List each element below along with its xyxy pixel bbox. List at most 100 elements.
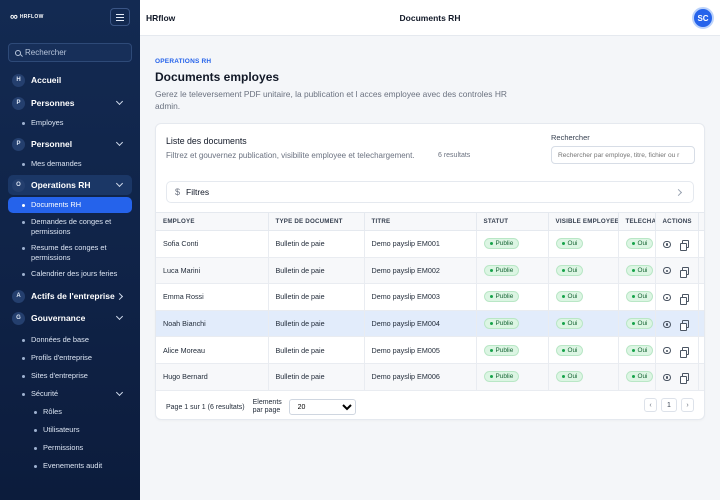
sidebar-search-input[interactable]: Rechercher [8,43,132,62]
table-row[interactable]: Hugo Bernard Bulletin de paie Demo payslip… [156,363,704,391]
sidebar-group-personnel[interactable]: P Personnel [8,134,132,154]
group-badge: P [12,137,25,151]
cell-visible: Oui [548,363,619,391]
cell-titre: Demo payslip EM001 [364,230,477,258]
cell-visible: Oui [548,310,619,338]
documents-search-input[interactable] [551,146,695,164]
eye-icon[interactable] [662,267,671,275]
download-text: Oui [637,293,648,301]
cell-actions [655,257,699,285]
group-badge: G [12,311,25,325]
group-badge: P [12,96,25,110]
result-count: 6 resultats [438,152,471,159]
list-subtitle: Filtrez et gouvernez publication, visibi… [166,151,415,160]
download-badge: Oui [625,318,654,330]
current-page-button[interactable]: 1 [661,398,677,412]
cell-type: Bulletin de paie [268,310,365,338]
sidebar-item-evenements-audit[interactable]: Evenements audit [8,457,132,475]
sidebar-item-mes-demandes[interactable]: Mes demandes [8,156,132,172]
status-dot-icon [489,295,493,299]
cell-employe: Hugo Bernard [156,363,269,391]
column-header-statut[interactable]: STATUT [476,212,549,231]
sidebar-item-label: Calendrier des jours feries [31,269,118,278]
sidebar-item-securite[interactable]: Sécurité [8,385,132,403]
status-badge: Publie [483,371,520,383]
eye-icon[interactable] [662,240,671,248]
column-header-titre[interactable]: TITRE [364,212,477,231]
table-row[interactable]: Sofia Conti Bulletin de paie Demo payslip … [156,230,704,258]
status-dot-icon [631,348,635,352]
table-row[interactable]: Emma Rossi Bulletin de paie Demo payslip E… [156,283,704,311]
cell-employe: Alice Moreau [156,336,269,364]
visible-text: Oui [567,346,578,354]
document-copy-icon[interactable] [679,373,689,385]
column-header-telechargement[interactable]: TELECHAR [618,212,656,231]
sidebar-item-resume-conges[interactable]: Resume des conges et permissions [8,240,132,266]
download-badge: Oui [625,264,654,276]
visible-text: Oui [567,266,578,274]
document-copy-icon[interactable] [679,293,689,305]
previous-page-button[interactable]: ‹ [644,398,657,412]
bullet-icon [22,273,25,276]
table-row[interactable]: Noah Bianchi Bulletin de paie Demo payslip… [156,310,704,338]
sidebar-item-profils[interactable]: Profils d'entreprise [8,349,132,367]
sidebar-group-actifs[interactable]: A Actifs de l'entreprise [8,286,132,306]
column-header-type[interactable]: TYPE DE DOCUMENT [268,212,365,231]
cell-truncated: ⋮ [698,283,704,311]
cell-titre: Demo payslip EM004 [364,310,477,338]
sidebar-item-roles[interactable]: Rôles [8,403,132,421]
status-dot-icon [489,242,493,246]
cell-actions [655,363,699,391]
eye-icon[interactable] [662,294,671,302]
bullet-icon [22,357,25,360]
filters-toggle[interactable]: $ Filtres [166,181,694,203]
status-dot-icon [561,375,565,379]
document-copy-icon[interactable] [679,240,689,252]
cell-statut: Publie [476,363,549,391]
cell-truncated: ⋮ [698,257,704,285]
eye-icon[interactable] [662,320,671,328]
eye-icon[interactable] [662,347,671,355]
cell-telechargement: Oui [618,336,656,364]
cell-titre: Demo payslip EM006 [364,363,477,391]
user-avatar[interactable]: SC [692,7,714,29]
sidebar-item-label: Utilisateurs [43,425,80,434]
column-header-visible[interactable]: VISIBLE EMPLOYEE [548,212,619,231]
brand-name: HRflow [146,12,176,23]
per-page-select[interactable]: 20 [288,399,356,415]
sidebar-item-calendrier-feries[interactable]: Calendrier des jours feries [8,266,132,282]
bullet-icon [22,122,25,125]
documents-card: Liste des documents Filtrez et gouvernez… [155,123,705,420]
document-copy-icon[interactable] [679,346,689,358]
bullet-icon [34,465,37,468]
column-header-employe[interactable]: EMPLOYE [156,212,269,231]
sidebar-group-operations-rh[interactable]: O Operations RH [8,175,132,195]
eye-icon[interactable] [662,373,671,381]
table-row[interactable]: Alice Moreau Bulletin de paie Demo payslip… [156,336,704,364]
sidebar-item-employes[interactable]: Employes [8,115,132,131]
sidebar-item-documents-rh[interactable]: Documents RH [8,197,132,213]
table-row[interactable]: Luca Marini Bulletin de paie Demo payslip … [156,257,704,285]
group-badge: O [12,178,25,192]
sidebar-item-utilisateurs[interactable]: Utilisateurs [8,421,132,439]
cell-statut: Publie [476,283,549,311]
sidebar-group-accueil[interactable]: H Accueil [8,70,132,90]
app-logo[interactable]: ∞ HRFLOW [10,11,44,23]
sidebar-item-donnees-base[interactable]: Données de base [8,331,132,349]
chevron-down-icon [115,388,124,397]
sidebar-group-gouvernance[interactable]: G Gouvernance [8,308,132,328]
visible-text: Oui [567,320,578,328]
next-page-button[interactable]: › [681,398,694,412]
sidebar-item-permissions[interactable]: Permissions [8,439,132,457]
sidebar-item-sites[interactable]: Sites d'entreprise [8,367,132,385]
sidebar-item-demandes-conges[interactable]: Demandes de conges et permissions [8,214,132,240]
sidebar-group-personnes[interactable]: P Personnes [8,93,132,113]
hamburger-menu-button[interactable] [110,8,130,26]
status-dot-icon [489,348,493,352]
document-copy-icon[interactable] [679,266,689,278]
document-copy-icon[interactable] [679,320,689,332]
cell-actions [655,310,699,338]
chevron-right-icon [115,292,124,300]
page-title: Documents employes [155,70,280,84]
cell-employe: Luca Marini [156,257,269,285]
